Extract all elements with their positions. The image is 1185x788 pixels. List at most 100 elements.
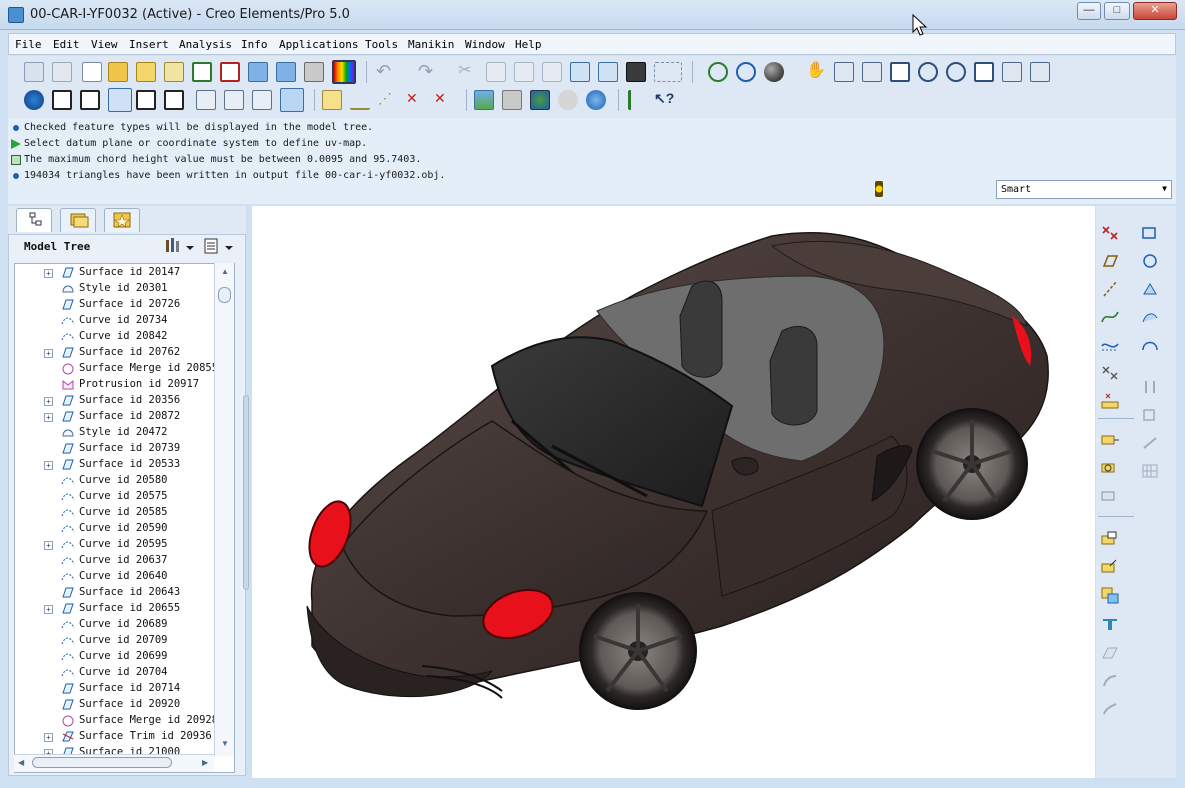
edit-icon[interactable] (164, 62, 184, 82)
datum-points-icon[interactable]: ⋰ (378, 90, 398, 110)
rib-icon[interactable] (1100, 644, 1120, 662)
cube-shaded-icon[interactable] (280, 88, 304, 112)
tree-row[interactable]: Curve id 20575 (15, 489, 215, 505)
tree-row[interactable]: + Surface id 20147 (15, 265, 215, 281)
offset-surface-icon[interactable] (1100, 460, 1120, 478)
menu-analysis[interactable]: Analysis (179, 38, 232, 51)
scroll-up-icon[interactable]: ▲ (221, 267, 229, 276)
hidden-line-icon[interactable] (80, 90, 100, 110)
tree-row[interactable]: Style id 20301 (15, 281, 215, 297)
open-working-icon[interactable] (136, 62, 156, 82)
tree-row[interactable]: Surface Merge id 20928 (15, 713, 218, 729)
expand-icon[interactable]: + (44, 461, 53, 470)
tree-row[interactable]: + Surface id 20533 (15, 457, 215, 473)
graphics-window[interactable] (252, 206, 1095, 778)
point-offset-icon[interactable] (1100, 364, 1120, 382)
selection-filter-select[interactable]: Smart ▼ (996, 180, 1172, 199)
pattern-icon[interactable] (1140, 462, 1160, 480)
minimize-button[interactable]: — (1077, 2, 1101, 20)
tree-row[interactable]: Curve id 20689 (15, 617, 215, 633)
model-display-icon[interactable] (24, 90, 44, 110)
scroll-right-icon[interactable]: ▶ (202, 758, 208, 767)
menu-file[interactable]: File (15, 38, 42, 51)
menu-insert[interactable]: Insert (129, 38, 169, 51)
teapot-icon[interactable] (558, 90, 578, 110)
boundary-blend-icon[interactable] (1140, 336, 1160, 354)
expand-icon[interactable]: + (44, 397, 53, 406)
tree-row[interactable]: Curve id 20699 (15, 649, 215, 665)
save-icon[interactable] (248, 62, 268, 82)
scroll-down-icon[interactable]: ▼ (221, 739, 229, 748)
trim-icon[interactable] (1140, 434, 1160, 452)
car-model-view[interactable] (252, 206, 1095, 778)
datum-axes-icon[interactable] (350, 90, 370, 110)
regen-manager-icon[interactable] (598, 62, 618, 82)
tree-horizontal-scrollbar[interactable]: ◀ ▶ (14, 754, 214, 772)
refit-icon[interactable] (974, 62, 994, 82)
no-hidden-icon[interactable] (108, 88, 132, 112)
tree-columns-icon[interactable] (203, 237, 235, 257)
context-help-icon[interactable]: ↖? (654, 90, 674, 110)
save-copy-icon[interactable] (276, 62, 296, 82)
tree-row[interactable]: + Surface id 20762 (15, 345, 215, 361)
datum-display-icon[interactable] (708, 62, 728, 82)
datum-plane-icon[interactable] (1100, 252, 1120, 270)
shaded-edges-icon[interactable] (164, 90, 184, 110)
curve-from-equation-icon[interactable] (1100, 336, 1120, 354)
render-window-icon[interactable] (586, 90, 606, 110)
draft-icon[interactable] (1100, 672, 1120, 690)
open-folder-icon[interactable] (108, 62, 128, 82)
tree-row[interactable]: Curve id 20637 (15, 553, 215, 569)
menu-tools[interactable]: Tools (365, 38, 398, 51)
copy-icon[interactable] (486, 62, 506, 82)
appearance-icon[interactable] (502, 90, 522, 110)
tree-hscroll-thumb[interactable] (32, 757, 172, 768)
tree-row[interactable]: Curve id 20590 (15, 521, 215, 537)
cut-icon[interactable]: ✂ (458, 62, 478, 82)
tree-row[interactable]: + Surface id 20872 (15, 409, 215, 425)
csys-icon[interactable]: ✕ (434, 90, 454, 110)
render-icon[interactable] (332, 60, 356, 84)
cube-wire-icon[interactable] (196, 90, 216, 110)
menu-edit[interactable]: Edit (53, 38, 80, 51)
menu-manikin[interactable]: Manikin (408, 38, 454, 51)
copy-feature-icon[interactable] (1140, 406, 1160, 424)
tree-row[interactable]: + Curve id 20595 (15, 537, 215, 553)
redo-icon[interactable]: ↷ (418, 62, 438, 82)
shading-icon[interactable] (764, 62, 784, 82)
coordinate-system-icon[interactable] (1140, 224, 1160, 242)
extrude-icon[interactable] (1140, 280, 1160, 298)
shell-icon[interactable] (1100, 616, 1120, 634)
tree-row[interactable]: + Surface id 20356 (15, 393, 215, 409)
reorient-icon[interactable] (890, 62, 910, 82)
menu-info[interactable]: Info (241, 38, 268, 51)
tree-row[interactable]: Curve id 20704 (15, 665, 215, 681)
tree-settings-icon[interactable] (164, 237, 196, 257)
render-setup-icon[interactable] (530, 90, 550, 110)
spin-center-icon[interactable] (736, 62, 756, 82)
menu-window[interactable]: Window (465, 38, 505, 51)
hierarchy-icon[interactable] (628, 90, 648, 110)
tab-model-tree[interactable] (16, 208, 52, 232)
datum-axis-icon[interactable] (1100, 280, 1120, 298)
saved-views-icon[interactable] (1002, 62, 1022, 82)
tree-row[interactable]: Surface Merge id 20855 (15, 361, 218, 377)
model-tree[interactable]: + Surface id 20147 Style id 20301 Surface i… (14, 263, 235, 773)
datum-point-icon[interactable] (1100, 224, 1120, 242)
sketch-icon[interactable] (1140, 252, 1160, 270)
tree-row[interactable]: Surface id 20643 (15, 585, 215, 601)
mirror-icon[interactable] (1140, 378, 1160, 396)
annotation-display-icon[interactable] (1030, 62, 1050, 82)
cube-hidden-icon[interactable] (224, 90, 244, 110)
tab-favorites[interactable] (104, 208, 140, 232)
extend-icon[interactable] (1100, 432, 1120, 450)
thicken-icon[interactable] (1100, 488, 1120, 506)
status-light-icon[interactable] (873, 180, 885, 198)
tree-scroll-thumb[interactable] (218, 287, 231, 303)
tree-row[interactable]: Surface id 20739 (15, 441, 215, 457)
undo-icon[interactable]: ↶ (376, 62, 396, 82)
chamfer-icon[interactable] (1100, 586, 1120, 604)
close-button[interactable]: ✕ (1133, 2, 1177, 20)
tree-row[interactable]: Curve id 20640 (15, 569, 215, 585)
new-icon[interactable] (24, 62, 44, 82)
